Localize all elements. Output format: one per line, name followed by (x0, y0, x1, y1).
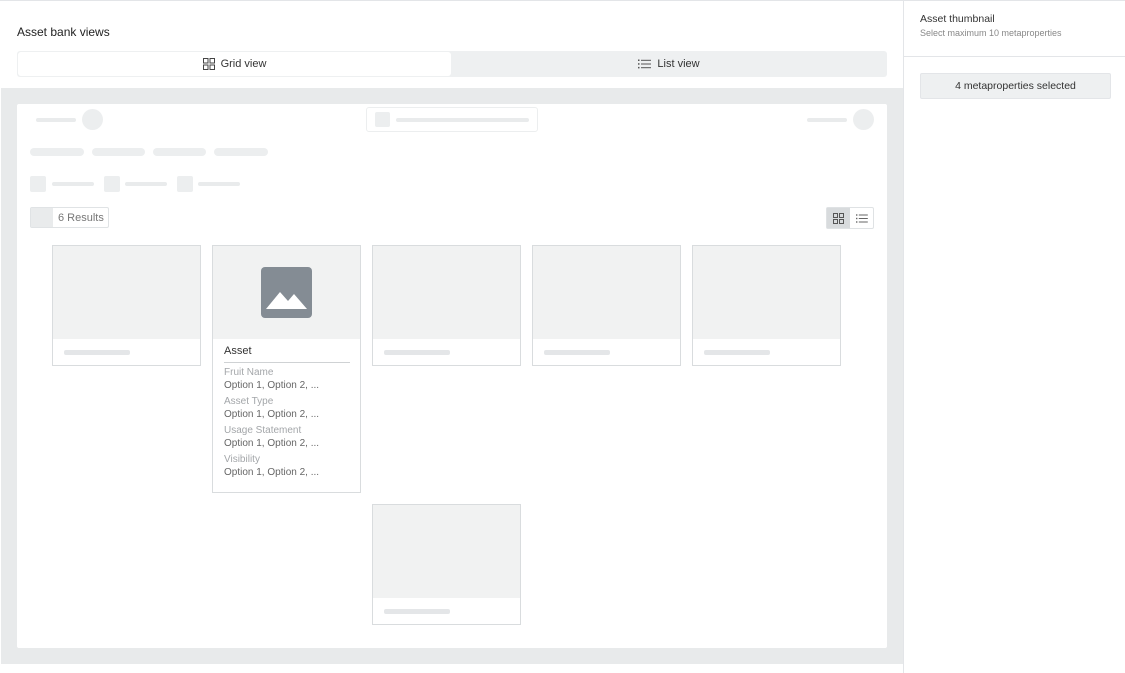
asset-tile-placeholder[interactable] (52, 245, 201, 366)
main-pane: Asset bank views Grid view List view 6 R… (0, 0, 904, 673)
placeholder-search-line (396, 118, 529, 122)
results-count: 6 Results (30, 207, 109, 228)
sidebar-title: Asset thumbnail (920, 13, 995, 25)
placeholder-filter-label (198, 182, 240, 186)
asset-tile-placeholder[interactable] (372, 504, 521, 625)
placeholder-nav-item (92, 148, 145, 156)
tile-thumbnail (533, 246, 680, 339)
section-title: Asset bank views (17, 25, 110, 39)
results-select-all[interactable] (31, 208, 53, 227)
meta-label-visibility: Visibility (224, 454, 260, 465)
asset-tile-placeholder[interactable] (372, 245, 521, 366)
meta-value-visibility: Option 1, Option 2, ... (224, 467, 320, 478)
placeholder-tile-title (384, 609, 450, 614)
asset-tile-placeholder[interactable] (692, 245, 841, 366)
asset-tile-placeholder[interactable] (532, 245, 681, 366)
preview-area: 6 Results Asset Fruit Name Option 1, Opt… (1, 88, 903, 664)
layout-list-button[interactable] (850, 208, 873, 228)
tab-grid-view[interactable]: Grid view (18, 52, 451, 76)
asset-title: Asset (224, 345, 252, 357)
tab-list-view-label: List view (657, 58, 700, 70)
meta-label-fruit-name: Fruit Name (224, 367, 274, 378)
placeholder-nav-item (214, 148, 268, 156)
sidebar: Asset thumbnail Select maximum 10 metapr… (904, 0, 1125, 673)
meta-label-usage-statement: Usage Statement (224, 425, 302, 436)
placeholder-filter-checkbox (177, 176, 193, 192)
placeholder-logo (82, 109, 103, 130)
asset-bank-preview: 6 Results Asset Fruit Name Option 1, Opt… (17, 104, 887, 648)
grid-icon (202, 58, 215, 70)
tile-thumbnail (373, 246, 520, 339)
sidebar-subtitle: Select maximum 10 metaproperties (920, 28, 1062, 38)
tile-thumbnail (693, 246, 840, 339)
view-toggle: Grid view List view (17, 51, 887, 77)
image-placeholder-icon (261, 267, 312, 318)
asset-tile[interactable]: Asset Fruit Name Option 1, Option 2, ...… (212, 245, 361, 493)
placeholder-avatar (853, 109, 874, 130)
grid-icon (833, 212, 844, 224)
meta-value-fruit-name: Option 1, Option 2, ... (224, 380, 320, 391)
layout-switch (826, 207, 874, 229)
placeholder-filter-checkbox (30, 176, 46, 192)
sidebar-divider (904, 56, 1125, 57)
meta-label-asset-type: Asset Type (224, 396, 274, 407)
list-icon (638, 59, 652, 69)
results-count-label: 6 Results (58, 211, 104, 224)
placeholder-tile-title (384, 350, 450, 355)
layout-grid-button[interactable] (827, 208, 850, 228)
placeholder-user-line (807, 118, 847, 122)
placeholder-tile-title (704, 350, 770, 355)
placeholder-tile-title (64, 350, 130, 355)
meta-value-usage-statement: Option 1, Option 2, ... (224, 438, 320, 449)
placeholder-brand-line (36, 118, 76, 122)
list-icon (855, 213, 868, 223)
placeholder-nav-item (153, 148, 206, 156)
tile-thumbnail (373, 505, 520, 598)
placeholder-search-icon (375, 112, 390, 127)
placeholder-nav-item (30, 148, 84, 156)
meta-value-asset-type: Option 1, Option 2, ... (224, 409, 320, 420)
tab-grid-view-label: Grid view (220, 58, 267, 70)
tile-thumbnail (213, 246, 360, 339)
tile-thumbnail (53, 246, 200, 339)
placeholder-filter-label (125, 182, 167, 186)
placeholder-filter-checkbox (104, 176, 120, 192)
tab-list-view[interactable]: List view (451, 51, 887, 77)
placeholder-search (366, 107, 538, 132)
placeholder-filter-label (52, 182, 94, 186)
placeholder-tile-title (544, 350, 610, 355)
metaproperties-button[interactable]: 4 metaproperties selected (920, 73, 1111, 99)
asset-title-divider (224, 362, 350, 363)
